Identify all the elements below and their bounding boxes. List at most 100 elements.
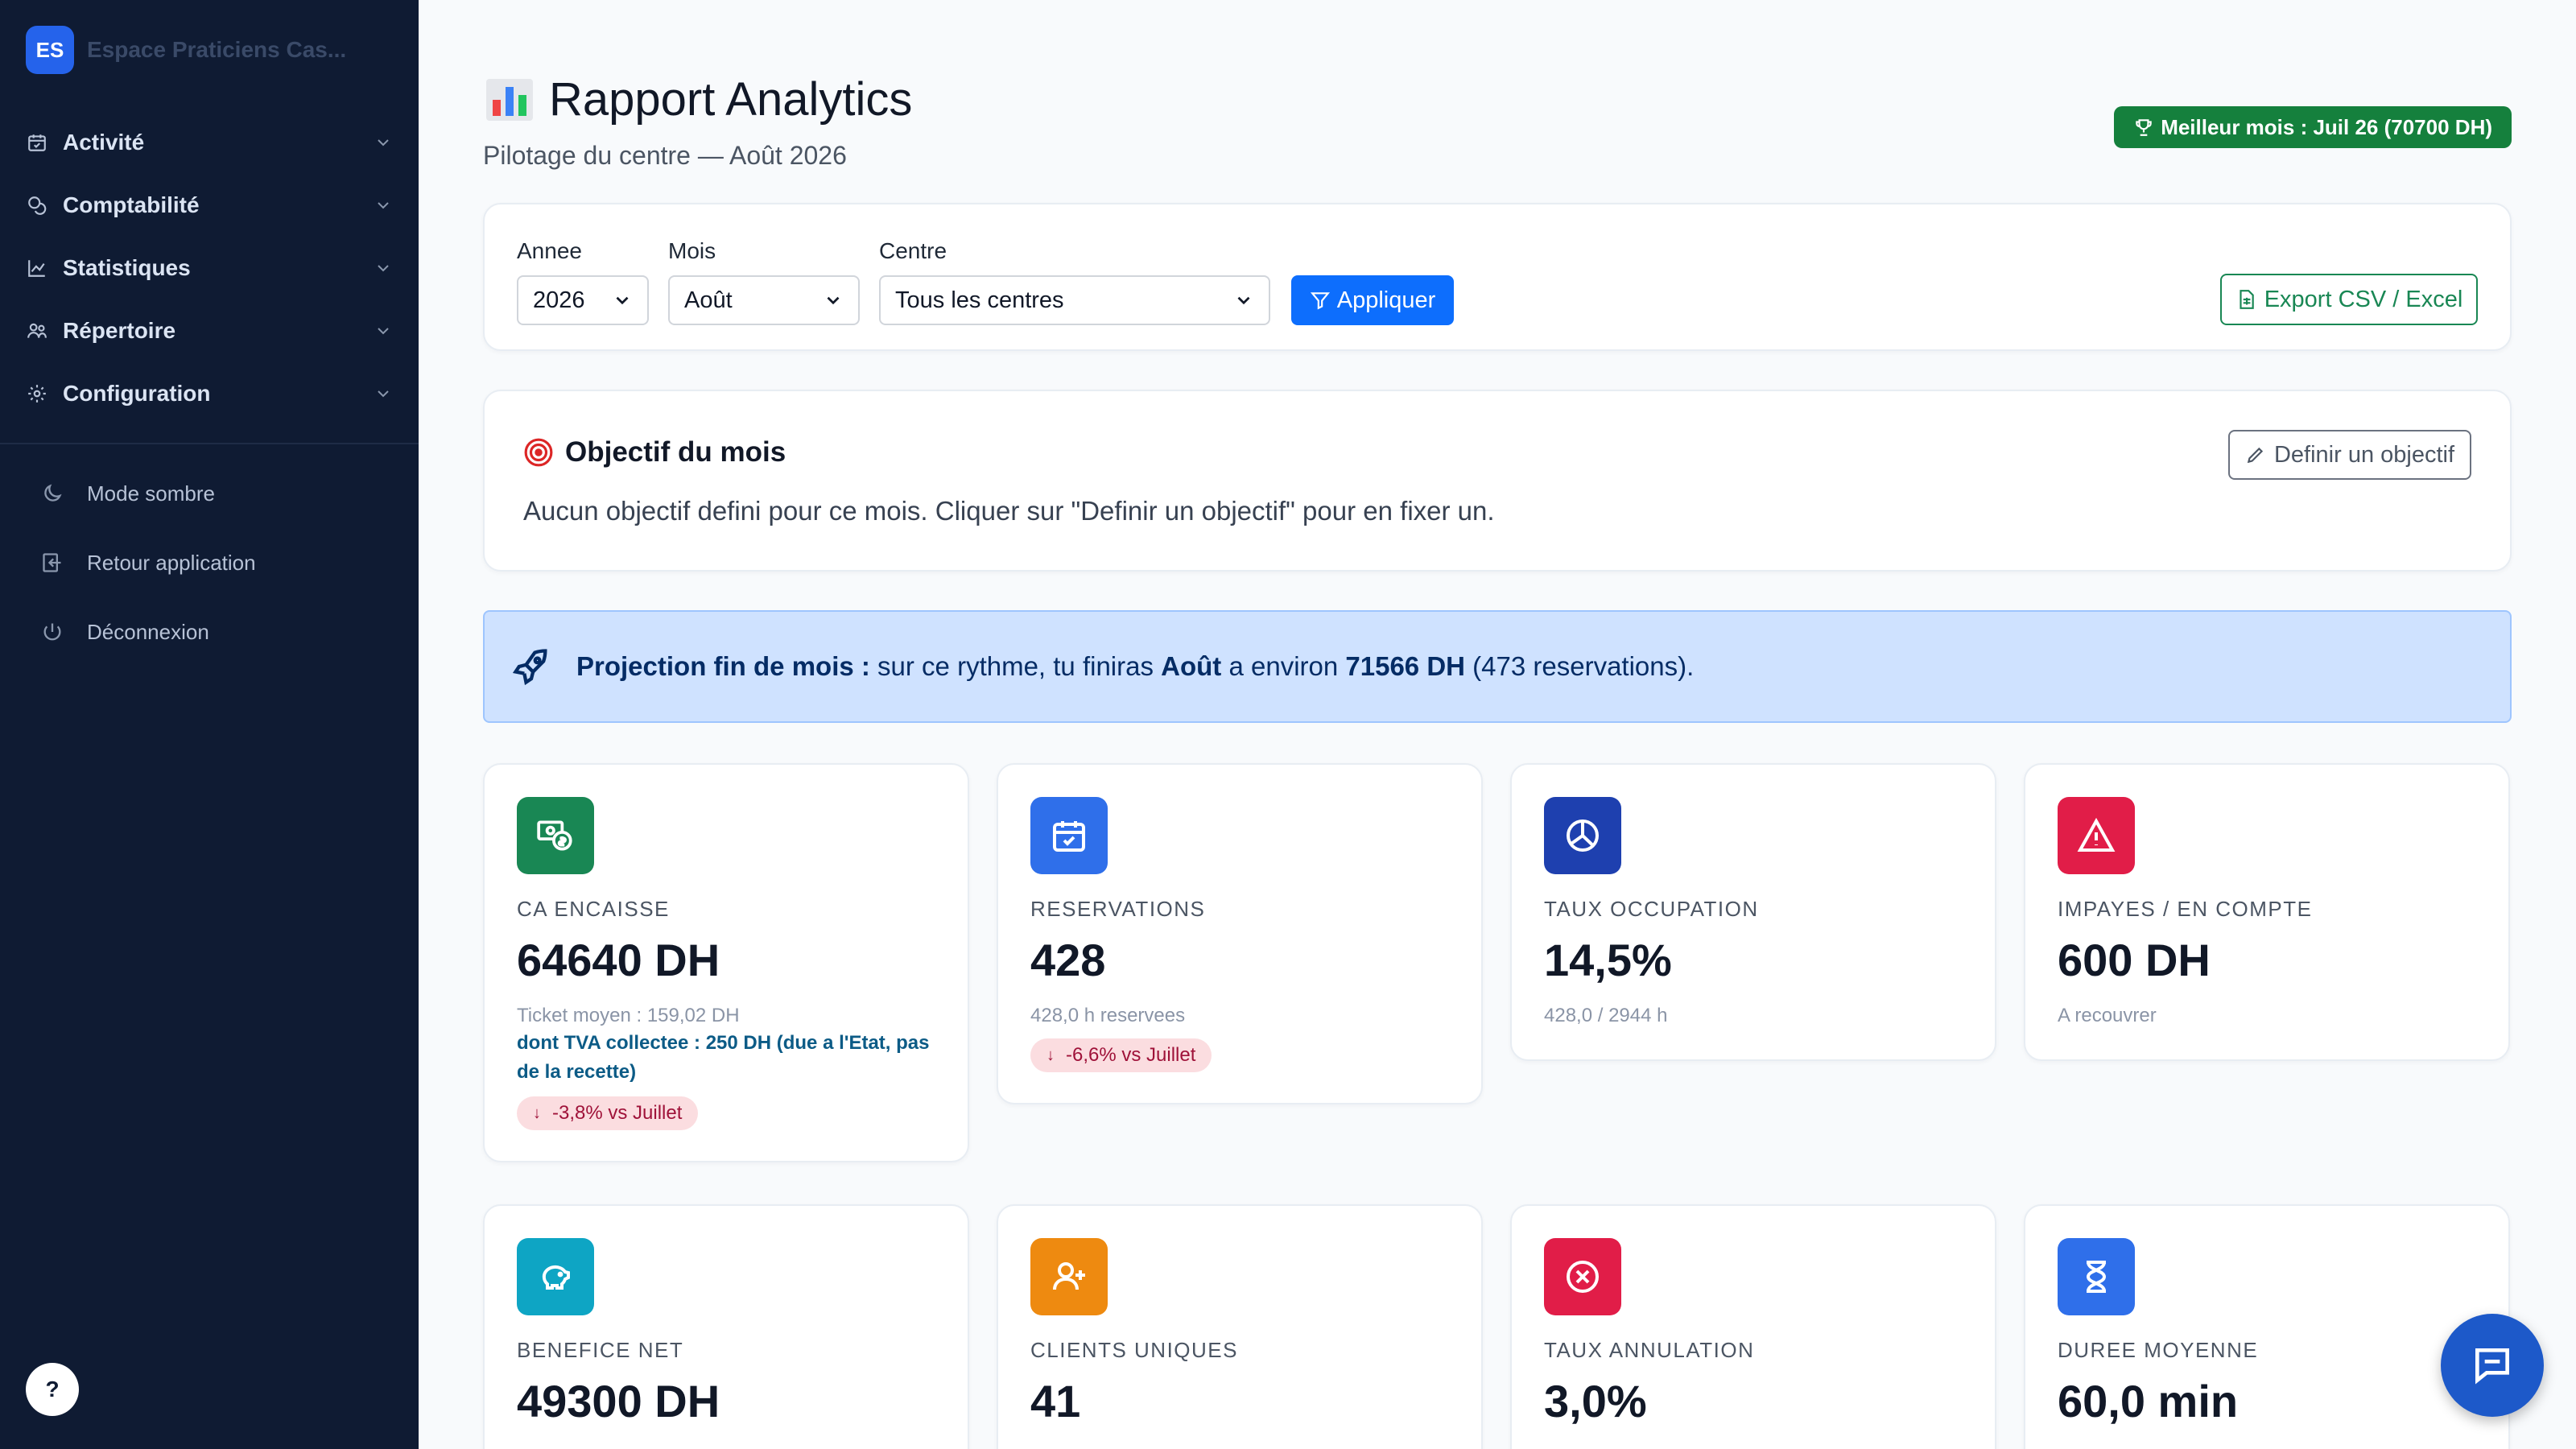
chat-icon	[2475, 1348, 2509, 1385]
kpi-label: CLIENTS UNIQUES	[1030, 1338, 1238, 1362]
power-icon	[40, 620, 64, 644]
sidebar-item-comptabilite[interactable]: Comptabilité	[0, 174, 419, 237]
kpi-value: 41	[1030, 1376, 1081, 1426]
back-icon	[40, 551, 64, 575]
kpi-label: RESERVATIONS	[1030, 897, 1206, 921]
kpi-card-ca: CA ENCAISSE 64640 DH Ticket moyen : 159,…	[483, 763, 969, 1162]
chevron-down-icon	[378, 202, 389, 209]
piggy-bank-icon	[517, 1238, 594, 1315]
brand-name: Espace Praticiens Cas...	[87, 37, 347, 62]
x-circle-icon	[1544, 1238, 1621, 1315]
sidebar-item-activite[interactable]: Activité	[0, 111, 419, 174]
dark-mode-toggle[interactable]: Mode sombre	[0, 459, 419, 528]
projection-month: Août	[1161, 651, 1222, 681]
pie-chart-icon	[1544, 797, 1621, 874]
kpi-card-impayes: IMPAYES / EN COMPTE 600 DH A recouvrer	[2024, 763, 2510, 1061]
brand[interactable]: ES Espace Praticiens Cas...	[0, 0, 419, 100]
kpi-sub: 428,0 h reservees	[1030, 1005, 1186, 1026]
kpi-value: 428	[1030, 935, 1106, 985]
logout-link[interactable]: Déconnexion	[0, 597, 419, 667]
projection-text-1: sur ce rythme, tu finiras	[869, 651, 1162, 681]
person-add-icon	[1030, 1238, 1108, 1315]
kpi-delta-badge: ↓ -6,6% vs Juillet	[1030, 1038, 1212, 1072]
logout-label: Déconnexion	[87, 619, 209, 644]
sidebar-item-configuration[interactable]: Configuration	[0, 362, 419, 425]
projection-text-3: (473 reservations).	[1465, 651, 1695, 681]
back-to-app-link[interactable]: Retour application	[0, 528, 419, 597]
center-select[interactable]: Tous les centres	[879, 275, 1270, 325]
best-month-badge: Meilleur mois : Juil 26 (70700 DH)	[2114, 106, 2512, 148]
target-icon	[524, 438, 553, 467]
kpi-value: 14,5%	[1544, 935, 1672, 985]
dark-mode-label: Mode sombre	[87, 481, 215, 506]
export-label: Export CSV / Excel	[2264, 286, 2463, 312]
center-value: Tous les centres	[895, 287, 1064, 313]
objective-card: Objectif du mois Aucun objectif defini p…	[483, 390, 2512, 572]
month-select[interactable]: Août	[668, 275, 860, 325]
year-select[interactable]: 2026	[517, 275, 649, 325]
coins-icon	[26, 194, 48, 217]
projection-lead: Projection fin de mois :	[576, 651, 870, 681]
rocket-icon	[512, 649, 547, 686]
kpi-card-reservations: RESERVATIONS 428 428,0 h reservees ↓ -6,…	[997, 763, 1483, 1104]
help-button[interactable]: ?	[26, 1363, 79, 1416]
kpi-card-clients: CLIENTS UNIQUES 41	[997, 1204, 1483, 1449]
kpi-value: 600 DH	[2058, 935, 2211, 985]
sidebar: ES Espace Praticiens Cas... Activité Com…	[0, 0, 419, 1449]
gear-icon	[26, 382, 48, 405]
sidebar-nav: Activité Comptabilité Statistiques Réper…	[0, 100, 419, 425]
arrow-down-icon: ↓	[1046, 1046, 1055, 1064]
filters-card: Annee 2026 Mois Août Centre Tous les cen…	[483, 203, 2512, 351]
projection-text: Projection fin de mois : sur ce rythme, …	[576, 651, 1694, 682]
filter-icon	[1310, 292, 1330, 310]
center-filter: Centre Tous les centres	[879, 238, 1270, 325]
kpi-card-duree: DUREE MOYENNE 60,0 min	[2024, 1204, 2510, 1449]
sidebar-item-repertoire[interactable]: Répertoire	[0, 299, 419, 362]
chevron-down-icon	[378, 265, 389, 272]
sidebar-divider	[0, 443, 419, 444]
spreadsheet-icon	[2240, 290, 2254, 309]
projection-text-2: a environ	[1221, 651, 1346, 681]
chevron-down-icon	[1237, 296, 1250, 305]
chat-button[interactable]	[2441, 1314, 2544, 1417]
brand-logo: ES	[26, 26, 74, 74]
apply-label: Appliquer	[1336, 287, 1436, 313]
kpi-label: DUREE MOYENNE	[2058, 1338, 2259, 1362]
hourglass-icon	[2058, 1238, 2135, 1315]
kpi-value: 49300 DH	[517, 1376, 720, 1426]
chevron-down-icon	[378, 328, 389, 335]
year-filter: Annee 2026	[517, 238, 649, 325]
sidebar-item-label: Activité	[63, 130, 145, 155]
kpi-label: TAUX OCCUPATION	[1544, 897, 1759, 921]
apply-button[interactable]: Appliquer	[1291, 275, 1454, 325]
kpi-label: CA ENCAISSE	[517, 897, 670, 921]
kpi-value: 60,0 min	[2058, 1376, 2239, 1426]
kpi-label: TAUX ANNULATION	[1544, 1338, 1755, 1362]
back-to-app-label: Retour application	[87, 550, 256, 575]
pencil-icon	[2247, 447, 2264, 464]
objective-title: Objectif du mois	[523, 436, 786, 469]
export-button[interactable]: Export CSV / Excel	[2220, 274, 2478, 325]
sidebar-item-label: Configuration	[63, 381, 211, 406]
calendar-check-icon	[1030, 797, 1108, 874]
kpi-delta-text: -6,6% vs Juillet	[1066, 1044, 1196, 1066]
moon-icon	[40, 481, 64, 506]
chevron-down-icon	[378, 390, 389, 398]
define-objective-label: Definir un objectif	[2273, 441, 2455, 468]
kpi-sub: A recouvrer	[2058, 1005, 2157, 1026]
warning-icon	[2058, 797, 2135, 874]
chevron-down-icon	[827, 296, 840, 305]
month-filter: Mois Août	[668, 238, 860, 325]
month-value: Août	[684, 287, 733, 313]
best-month-text: Meilleur mois : Juil 26 (70700 DH)	[2161, 114, 2492, 139]
kpi-card-occupation: TAUX OCCUPATION 14,5% 428,0 / 2944 h	[1510, 763, 1996, 1061]
kpi-card-annulation: TAUX ANNULATION 3,0%	[1510, 1204, 1996, 1449]
bar-chart-icon	[486, 78, 533, 121]
sidebar-item-statistiques[interactable]: Statistiques	[0, 237, 419, 299]
kpi-sub: 428,0 / 2944 h	[1544, 1005, 1668, 1026]
chevron-down-icon	[378, 139, 389, 147]
sidebar-item-label: Statistiques	[63, 255, 191, 280]
page-title-text: Rapport Analytics	[549, 73, 913, 126]
define-objective-button[interactable]: Definir un objectif	[2228, 430, 2471, 480]
kpi-sub: Ticket moyen : 159,02 DH	[517, 1005, 740, 1026]
